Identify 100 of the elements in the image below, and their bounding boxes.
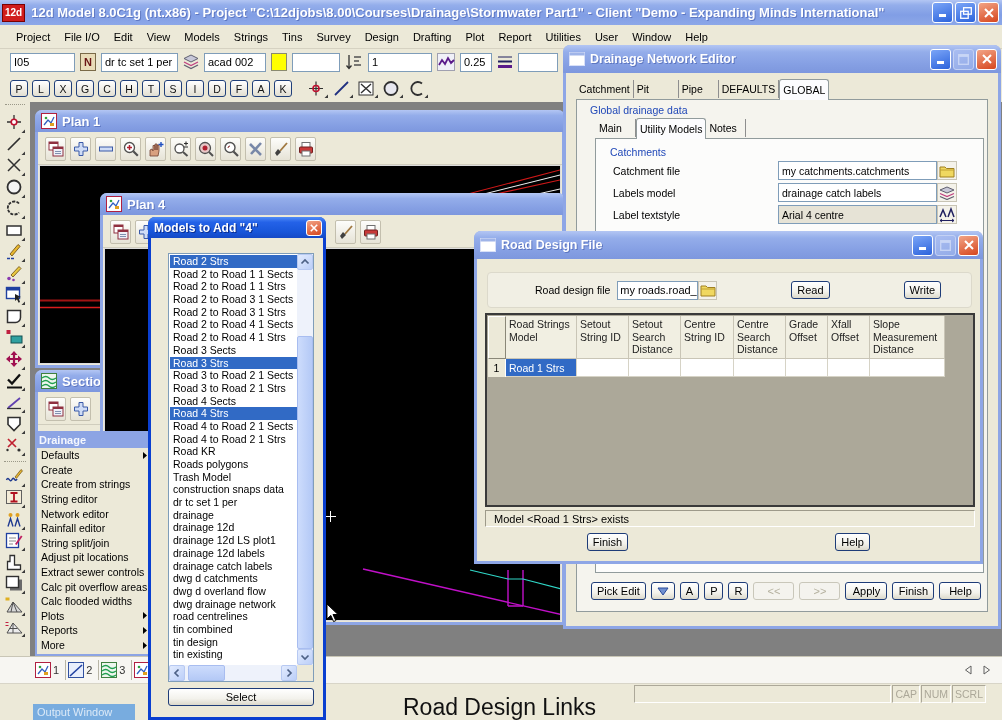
text-field[interactable]: 1	[368, 52, 432, 72]
menu-button[interactable]	[650, 582, 675, 600]
tab[interactable]: Pipe	[678, 80, 719, 98]
snap-button[interactable]: X	[54, 80, 72, 97]
menu-item[interactable]: Calc pit overflow areas	[37, 579, 148, 594]
shield-icon[interactable]	[5, 414, 25, 434]
pencil-dots-icon[interactable]	[5, 263, 25, 284]
list-item[interactable]: tin design	[170, 635, 297, 649]
arc-icon[interactable]	[407, 79, 428, 98]
menu-item[interactable]: Window	[625, 28, 679, 45]
line-weight-icon[interactable]	[497, 53, 513, 71]
scroll-down-button[interactable]	[297, 649, 313, 665]
snap-button[interactable]: C	[98, 80, 116, 97]
table-cell[interactable]	[577, 359, 629, 377]
menu-item[interactable]: String split/join	[37, 535, 148, 551]
list-item[interactable]: Road 3 to Road 2 1 Strs	[170, 381, 297, 395]
letter-button[interactable]: N	[80, 53, 96, 71]
point-icon[interactable]	[5, 113, 25, 133]
menu-item[interactable]: Tins	[275, 28, 310, 45]
snap-button[interactable]: D	[208, 80, 226, 97]
snap-button[interactable]: K	[274, 80, 292, 97]
model-button[interactable]	[937, 183, 957, 202]
tool-button[interactable]	[45, 396, 66, 421]
snap-button[interactable]: P	[10, 80, 28, 97]
tool-button[interactable]	[360, 219, 381, 244]
minimize-button[interactable]	[912, 234, 933, 256]
list-item[interactable]: road centrelines	[170, 610, 297, 623]
scroll-thumb[interactable]	[188, 665, 225, 681]
i-beam-icon[interactable]	[5, 488, 25, 508]
cross-icon[interactable]	[5, 156, 25, 176]
menu-item[interactable]: Rainfall editor	[37, 520, 148, 536]
text-field[interactable]: 0.25	[460, 52, 492, 72]
list-item[interactable]: Road 2 to Road 3 1 Strs	[170, 305, 297, 319]
menu-item[interactable]: Utilities	[538, 28, 588, 45]
help-button[interactable]: Help	[835, 533, 870, 551]
input-field[interactable]: Arial 4 centre	[778, 205, 937, 224]
list-item[interactable]: dwg drainage network	[170, 597, 297, 611]
menu-item[interactable]: Defaults	[37, 448, 148, 463]
menu-item[interactable]: Reports	[37, 623, 148, 638]
menu-item[interactable]: Extract sewer controls	[37, 564, 148, 580]
scroll-thumb[interactable]	[297, 336, 313, 649]
textstyle-button[interactable]	[937, 205, 957, 224]
tab[interactable]: Catchment	[576, 80, 634, 98]
folder-button[interactable]	[698, 280, 718, 300]
list-item[interactable]: tin existing	[170, 648, 297, 661]
snap-button[interactable]: H	[120, 80, 138, 97]
crosshair-icon[interactable]	[307, 79, 328, 98]
menu-item[interactable]: Models	[177, 28, 227, 45]
menu-item[interactable]: Calc flooded widths	[37, 593, 148, 609]
menu-item[interactable]: String editor	[37, 491, 148, 507]
list-item[interactable]: Road 3 to Road 2 1 Sects	[170, 369, 297, 382]
menu-item[interactable]: Report	[491, 28, 539, 45]
list-item[interactable]: Road 4 to Road 2 1 Sects	[170, 419, 297, 433]
view-tab[interactable]: 3	[99, 660, 133, 680]
menu-item[interactable]: Plot	[458, 28, 492, 45]
snap-button[interactable]: I	[186, 80, 204, 97]
tool-button[interactable]	[195, 136, 216, 161]
list-item[interactable]: dwg d overland flow	[170, 584, 297, 598]
snap-button[interactable]: F	[230, 80, 248, 97]
select-button[interactable]: Select	[168, 688, 314, 706]
tab[interactable]: GLOBAL	[779, 79, 830, 100]
close-button[interactable]	[978, 2, 999, 23]
snap-button[interactable]: S	[164, 80, 182, 97]
table-cell[interactable]	[629, 359, 681, 377]
tool-button[interactable]	[220, 136, 241, 161]
tool-button[interactable]	[170, 136, 191, 161]
scrollbar[interactable]	[169, 665, 297, 681]
menu-item[interactable]: Strings	[226, 28, 276, 45]
menu-item[interactable]: Create from strings	[37, 477, 148, 492]
folder-button[interactable]	[937, 161, 957, 180]
menu-item[interactable]: Drafting	[405, 28, 459, 45]
text-field[interactable]: dr tc set 1 per	[101, 52, 178, 72]
text-field[interactable]: acad 002	[204, 52, 266, 72]
table-cell[interactable]	[870, 359, 945, 377]
menu-item[interactable]: Project	[9, 28, 58, 45]
close-button[interactable]	[958, 234, 979, 256]
finish-button[interactable]: Finish	[892, 582, 935, 600]
line-icon[interactable]	[332, 79, 353, 98]
table-cell[interactable]	[828, 359, 870, 377]
list-item[interactable]: Road 4 to Road 2 1 Strs	[170, 432, 297, 446]
list-item[interactable]: tin combined	[170, 622, 297, 636]
help-button[interactable]: Help	[939, 582, 982, 600]
list-item[interactable]: Road 2 to Road 4 1 Sects	[170, 318, 297, 332]
x-points-icon[interactable]	[5, 435, 25, 456]
tool-button[interactable]	[120, 136, 141, 161]
write-button[interactable]: Write	[903, 281, 942, 299]
circle-icon[interactable]	[382, 79, 403, 98]
tick-icon[interactable]	[5, 371, 25, 391]
list-item[interactable]: Roads polygons	[170, 458, 297, 471]
triangle-mesh-icon[interactable]	[5, 595, 25, 616]
menu-item[interactable]: Help	[678, 28, 715, 45]
table-cell[interactable]: Road 1 Strs	[506, 359, 577, 377]
list-item[interactable]: Road 2 to Road 1 1 Sects	[170, 267, 297, 281]
pencil-icon[interactable]	[5, 242, 25, 262]
list-item[interactable]: Road 3 Sects	[170, 343, 297, 357]
scrollbar[interactable]	[297, 254, 313, 665]
list-item[interactable]: Road 4 Sects	[170, 394, 297, 408]
list-item[interactable]: Road 2 to Road 1 1 Strs	[170, 280, 297, 294]
letter-button[interactable]: R	[728, 582, 749, 600]
snap-button[interactable]: A	[252, 80, 270, 97]
